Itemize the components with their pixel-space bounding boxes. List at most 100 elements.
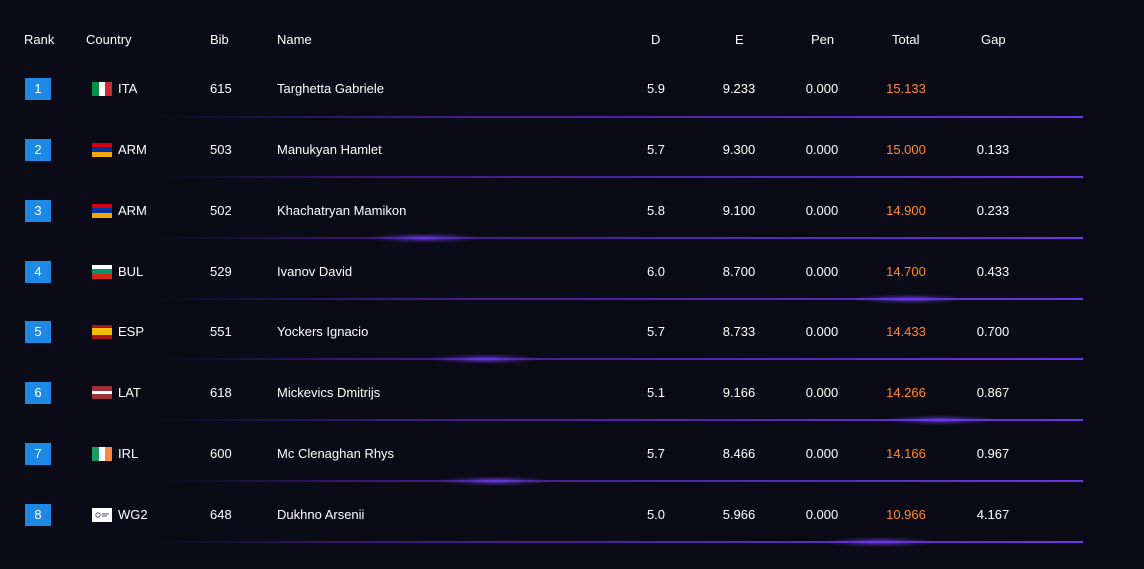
total-score: 10.966 xyxy=(886,507,926,522)
flag-cell xyxy=(0,362,120,423)
country-code: ITA xyxy=(118,81,138,96)
penalty: 0.000 xyxy=(805,446,839,461)
table-row[interactable]: 8 WG2 648 Dukhno Arsenii 5.0 5.966 0.000… xyxy=(0,484,1144,545)
athlete-name[interactable]: Mc Clenaghan Rhys xyxy=(277,423,394,484)
penalty: 0.000 xyxy=(805,203,839,218)
header-country[interactable]: Country xyxy=(86,32,132,47)
athlete-name[interactable]: Dukhno Arsenii xyxy=(277,484,364,545)
spain-flag-icon xyxy=(92,324,112,339)
gap-value: 0.867 xyxy=(976,385,1010,400)
wg2-logo-icon xyxy=(92,507,112,522)
athlete-name[interactable]: Yockers Ignacio xyxy=(277,301,368,362)
e-score: 5.966 xyxy=(722,507,756,522)
d-score: 6.0 xyxy=(646,264,666,279)
table-row[interactable]: 2 ARM 503 Manukyan Hamlet 5.7 9.300 0.00… xyxy=(0,119,1144,180)
athlete-name[interactable]: Ivanov David xyxy=(277,241,352,302)
e-score: 8.466 xyxy=(722,446,756,461)
bib-number: 503 xyxy=(210,142,232,157)
header-gap[interactable]: Gap xyxy=(981,32,1006,47)
flag-cell xyxy=(0,423,120,484)
table-row[interactable]: 3 ARM 502 Khachatryan Mamikon 5.8 9.100 … xyxy=(0,180,1144,241)
penalty: 0.000 xyxy=(805,385,839,400)
gap-value: 4.167 xyxy=(976,507,1010,522)
penalty: 0.000 xyxy=(805,81,839,96)
d-score: 5.7 xyxy=(646,142,666,157)
header-total[interactable]: Total xyxy=(892,32,919,47)
e-score: 9.100 xyxy=(722,203,756,218)
bib-number: 600 xyxy=(210,446,232,461)
penalty: 0.000 xyxy=(805,264,839,279)
total-score: 14.900 xyxy=(886,203,926,218)
d-score: 5.0 xyxy=(646,507,666,522)
country-code: BUL xyxy=(118,264,144,279)
divider-glow xyxy=(825,537,935,547)
row-divider xyxy=(155,358,1083,360)
flag-cell xyxy=(0,484,120,545)
country-code: ARM xyxy=(118,203,147,218)
gap-value: 0.967 xyxy=(976,446,1010,461)
header-name[interactable]: Name xyxy=(277,32,312,47)
total-score: 14.433 xyxy=(886,324,926,339)
total-score: 14.166 xyxy=(886,446,926,461)
table-row[interactable]: 7 IRL 600 Mc Clenaghan Rhys 5.7 8.466 0.… xyxy=(0,423,1144,484)
athlete-name[interactable]: Mickevics Dmitrijs xyxy=(277,362,380,423)
e-score: 9.233 xyxy=(722,81,756,96)
country-code: ESP xyxy=(118,324,145,339)
gap-value: 0.700 xyxy=(976,324,1010,339)
athlete-name[interactable]: Khachatryan Mamikon xyxy=(277,180,406,241)
country-code: LAT xyxy=(118,385,141,400)
results-table: Rank Country Bib Name D E Pen Total Gap … xyxy=(0,0,1144,569)
bib-number: 551 xyxy=(210,324,232,339)
total-score: 15.133 xyxy=(886,81,926,96)
penalty: 0.000 xyxy=(805,142,839,157)
row-divider xyxy=(155,176,1083,178)
table-row[interactable]: 4 BUL 529 Ivanov David 6.0 8.700 0.000 1… xyxy=(0,241,1144,302)
ireland-flag-icon xyxy=(92,446,112,461)
wg2-flag-icon xyxy=(92,507,112,522)
bib-number: 615 xyxy=(210,81,232,96)
e-score: 9.300 xyxy=(722,142,756,157)
athlete-name[interactable]: Manukyan Hamlet xyxy=(277,119,382,180)
gap-value xyxy=(963,58,1023,119)
gap-value: 0.133 xyxy=(976,142,1010,157)
e-score: 8.733 xyxy=(722,324,756,339)
table-row[interactable]: 5 ESP 551 Yockers Ignacio 5.7 8.733 0.00… xyxy=(0,301,1144,362)
d-score: 5.7 xyxy=(646,324,666,339)
country-code: ARM xyxy=(118,142,147,157)
e-score: 9.166 xyxy=(722,385,756,400)
italy-flag-icon xyxy=(92,81,112,96)
header-pen[interactable]: Pen xyxy=(811,32,834,47)
bib-number: 648 xyxy=(210,507,232,522)
penalty: 0.000 xyxy=(805,324,839,339)
flag-cell xyxy=(0,58,120,119)
country-code: IRL xyxy=(118,446,139,461)
header-bib[interactable]: Bib xyxy=(210,32,229,47)
gap-value: 0.233 xyxy=(976,203,1010,218)
total-score: 14.700 xyxy=(886,264,926,279)
country-code: WG2 xyxy=(118,507,148,522)
gap-value: 0.433 xyxy=(976,264,1010,279)
bulgaria-flag-icon xyxy=(92,264,112,279)
e-score: 8.700 xyxy=(722,264,756,279)
flag-cell xyxy=(0,180,120,241)
d-score: 5.1 xyxy=(646,385,666,400)
row-divider xyxy=(155,116,1083,118)
total-score: 15.000 xyxy=(886,142,926,157)
row-divider xyxy=(155,480,1083,482)
d-score: 5.7 xyxy=(646,446,666,461)
latvia-flag-icon xyxy=(92,385,112,400)
table-row[interactable]: 6 LAT 618 Mickevics Dmitrijs 5.1 9.166 0… xyxy=(0,362,1144,423)
athlete-name[interactable]: Targhetta Gabriele xyxy=(277,58,384,119)
table-row[interactable]: 1 ITA 615 Targhetta Gabriele 5.9 9.233 0… xyxy=(0,58,1144,119)
armenia-flag-icon xyxy=(92,142,112,157)
row-divider xyxy=(155,237,1083,239)
d-score: 5.9 xyxy=(646,81,666,96)
row-divider xyxy=(155,541,1083,543)
header-rank[interactable]: Rank xyxy=(24,32,54,47)
total-score: 14.266 xyxy=(886,385,926,400)
header-d[interactable]: D xyxy=(651,32,660,47)
bib-number: 529 xyxy=(210,264,232,279)
header-e[interactable]: E xyxy=(735,32,744,47)
bib-number: 618 xyxy=(210,385,232,400)
flag-cell xyxy=(0,301,120,362)
